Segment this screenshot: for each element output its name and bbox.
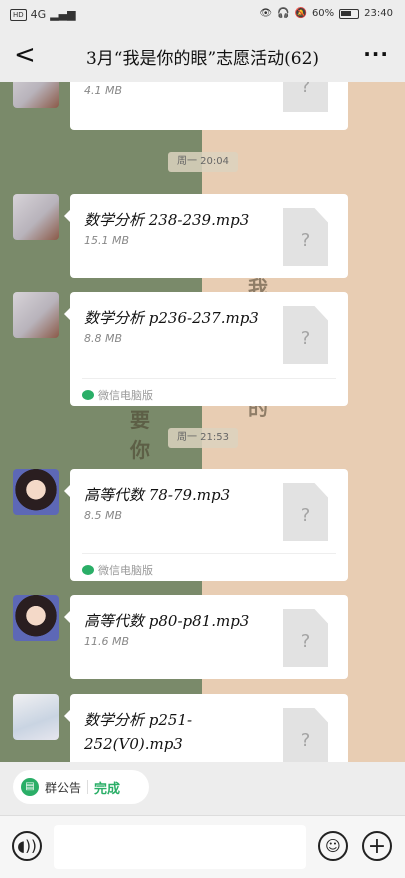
file-name: 高等代数 p80-p81.mp3: [84, 612, 250, 630]
file-icon-glyph: ?: [300, 82, 311, 97]
status-bar: HD 4G ▂▄▆ 👁 🎧 🔕 60% 23:40: [0, 0, 405, 30]
file-icon-glyph: ?: [300, 631, 311, 652]
avatar[interactable]: [13, 595, 59, 641]
file-name: 数学分析 p236-237.mp3: [84, 309, 259, 327]
back-icon[interactable]: <: [14, 42, 36, 68]
file-message[interactable]: 高等代数 78-79.mp3 8.5 MB ? 微信电脑版: [64, 469, 348, 581]
chat-area[interactable]: 要 你 我 的 4.1 MB ? 周一 20:04 数学分析 238-239.m…: [0, 82, 405, 762]
footer-label: 微信电脑版: [98, 389, 153, 402]
announcement-label: 群公告: [45, 780, 82, 795]
message-footer: 微信电脑版: [82, 378, 336, 403]
background-text: 要: [130, 408, 150, 432]
file-icon-glyph: ?: [300, 328, 311, 349]
file-message[interactable]: 数学分析 238-239.mp3 15.1 MB ?: [64, 194, 348, 278]
divider: [87, 780, 89, 794]
time-divider: 周一 20:04: [168, 152, 238, 172]
file-message[interactable]: 数学分析 p236-237.mp3 8.8 MB ? 微信电脑版: [64, 292, 348, 406]
file-message[interactable]: 数学分析 p251-252(V0).mp3 ?: [64, 694, 348, 762]
file-icon: ?: [283, 208, 328, 266]
title-bar: < 3月“我是你的眼”志愿活动(62) ···: [0, 30, 405, 82]
avatar[interactable]: [13, 292, 59, 338]
file-message[interactable]: 高等代数 p80-p81.mp3 11.6 MB ?: [64, 595, 348, 679]
voice-icon[interactable]: ◖)): [12, 831, 42, 861]
footer-label: 微信电脑版: [98, 564, 153, 577]
wechat-icon: [82, 390, 94, 400]
message-input[interactable]: [54, 825, 306, 869]
page-title: 3月“我是你的眼”志愿活动(62): [85, 49, 320, 69]
battery-icon: [339, 8, 360, 19]
avatar[interactable]: [13, 194, 59, 240]
hd-badge: HD: [10, 8, 27, 21]
file-icon-glyph: ?: [300, 730, 311, 751]
file-icon: ?: [283, 82, 328, 112]
emoji-icon[interactable]: ☺: [318, 831, 348, 861]
avatar[interactable]: [13, 469, 59, 515]
file-icon-glyph: ?: [300, 505, 311, 526]
file-size: 8.5 MB: [84, 509, 123, 522]
file-size: 15.1 MB: [84, 234, 130, 247]
battery-percent: 60%: [311, 8, 335, 19]
plus-icon[interactable]: +: [362, 831, 392, 861]
announcement-chip[interactable]: ▤ 群公告 完成: [13, 770, 149, 804]
more-icon[interactable]: ···: [363, 42, 389, 66]
input-bar: ◖)) ☺ +: [0, 815, 405, 878]
file-icon-glyph: ?: [300, 230, 311, 251]
file-name: 数学分析 p251-252(V0).mp3: [84, 711, 193, 753]
message-footer: 微信电脑版: [82, 553, 336, 578]
avatar[interactable]: [13, 694, 59, 740]
wechat-icon: [82, 565, 94, 575]
file-size: 8.8 MB: [84, 332, 123, 345]
file-icon: ?: [283, 708, 328, 762]
signal-icon: ▂▄▆: [50, 8, 76, 21]
avatar[interactable]: [13, 82, 59, 108]
mute-icon: 🔕: [294, 8, 307, 19]
file-icon: ?: [283, 483, 328, 541]
file-size: 4.1 MB: [84, 84, 123, 97]
done-button[interactable]: 完成: [94, 778, 120, 797]
file-size: 11.6 MB: [84, 635, 130, 648]
announcement-icon: ▤: [21, 778, 39, 796]
file-message[interactable]: 4.1 MB ?: [70, 82, 348, 130]
eye-icon: 👁: [259, 8, 273, 19]
headphone-icon: 🎧: [277, 8, 290, 19]
background-text: 你: [130, 438, 150, 462]
file-icon: ?: [283, 609, 328, 667]
clock: 23:40: [364, 8, 393, 19]
file-icon: ?: [283, 306, 328, 364]
time-divider: 周一 21:53: [168, 428, 238, 448]
network-label: 4G: [30, 8, 47, 21]
file-name: 数学分析 238-239.mp3: [84, 211, 250, 229]
file-name: 高等代数 78-79.mp3: [84, 486, 231, 504]
